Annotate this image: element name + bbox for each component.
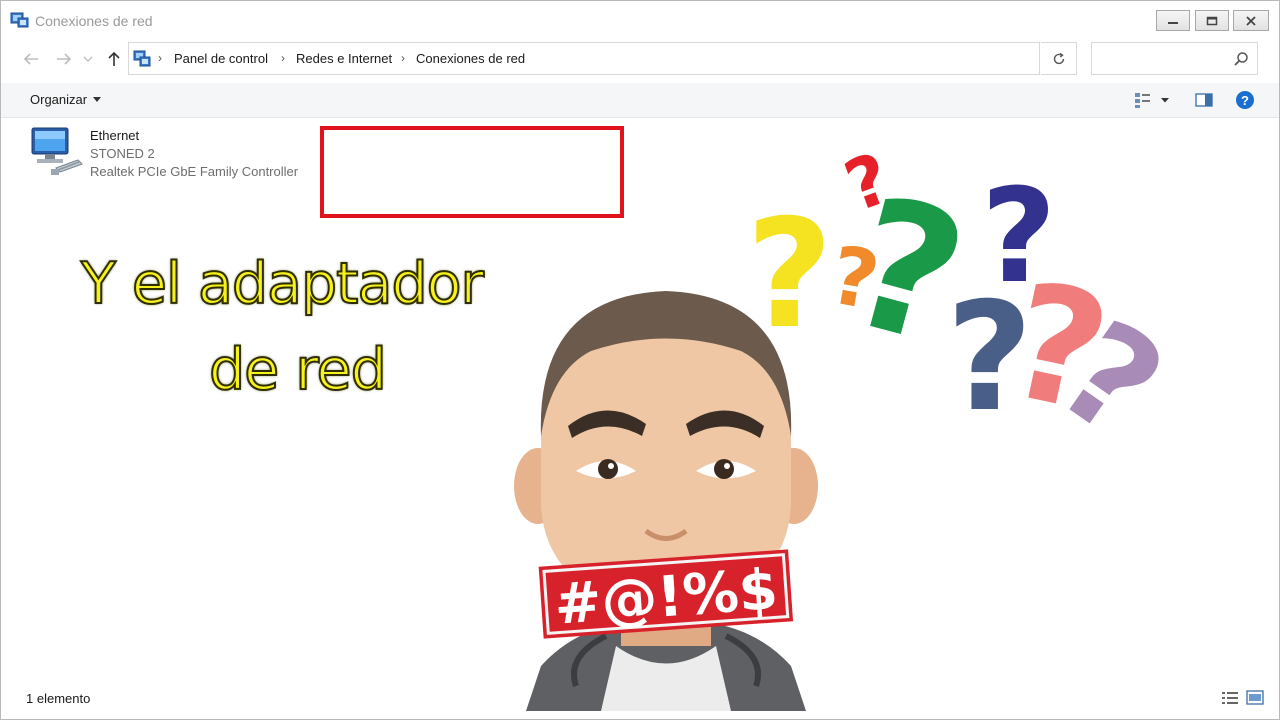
connection-name: Ethernet [90,128,140,143]
control-panel-icon [133,49,152,68]
connection-adapter: Realtek PCIe GbE Family Controller [90,164,299,179]
window-title: Conexiones de red [35,13,153,29]
details-view-icon[interactable] [1220,689,1240,707]
command-bar: Organizar ? [1,83,1279,118]
organize-button[interactable]: Organizar [30,92,87,107]
avatar: #@!%$ [514,291,818,711]
recent-locations-chevron-icon[interactable] [81,48,95,70]
breadcrumb-network-connections[interactable]: Conexiones de red [416,51,525,66]
large-icons-view-icon[interactable] [1245,689,1265,707]
title-bar: Conexiones de red [1,1,1279,41]
breadcrumb-separator: › [281,51,285,65]
up-arrow-icon[interactable] [103,48,125,70]
network-connections-icon [10,12,30,29]
back-arrow-icon[interactable] [20,48,42,70]
ethernet-connection-item[interactable]: Ethernet STONED 2 Realtek PCIe GbE Famil… [29,125,309,185]
preview-pane-icon[interactable] [1194,90,1214,110]
change-view-icon[interactable] [1133,90,1153,110]
search-input[interactable] [1091,42,1258,75]
caption-line-2: de red [208,336,388,404]
organize-chevron-down-icon[interactable] [93,97,101,102]
svg-text:?: ? [1241,93,1249,108]
close-button[interactable] [1233,10,1269,31]
minimize-button[interactable] [1156,10,1190,31]
help-icon[interactable]: ? [1235,90,1255,110]
refresh-icon[interactable] [1041,42,1077,75]
navigation-bar: › Panel de control › Redes e Internet › … [1,41,1279,77]
explorer-window: Conexiones de red › Panel de control › R… [0,0,1280,720]
search-icon[interactable] [1233,51,1249,67]
forward-arrow-icon[interactable] [53,48,75,70]
status-item-count: 1 elemento [26,691,91,706]
breadcrumb-networks-internet[interactable]: Redes e Internet [296,51,392,66]
ethernet-adapter-icon [29,125,85,179]
breadcrumb-separator: › [401,51,405,65]
caption-line-1: Y el adaptador [80,250,485,318]
maximize-button[interactable] [1195,10,1229,31]
breadcrumb-separator: › [158,51,162,65]
address-bar[interactable]: › Panel de control › Redes e Internet › … [128,42,1156,75]
view-options-chevron-down-icon[interactable] [1159,90,1171,110]
connection-network: STONED 2 [90,146,155,161]
breadcrumb-control-panel[interactable]: Panel de control [174,51,268,66]
highlight-rectangle [320,126,624,218]
